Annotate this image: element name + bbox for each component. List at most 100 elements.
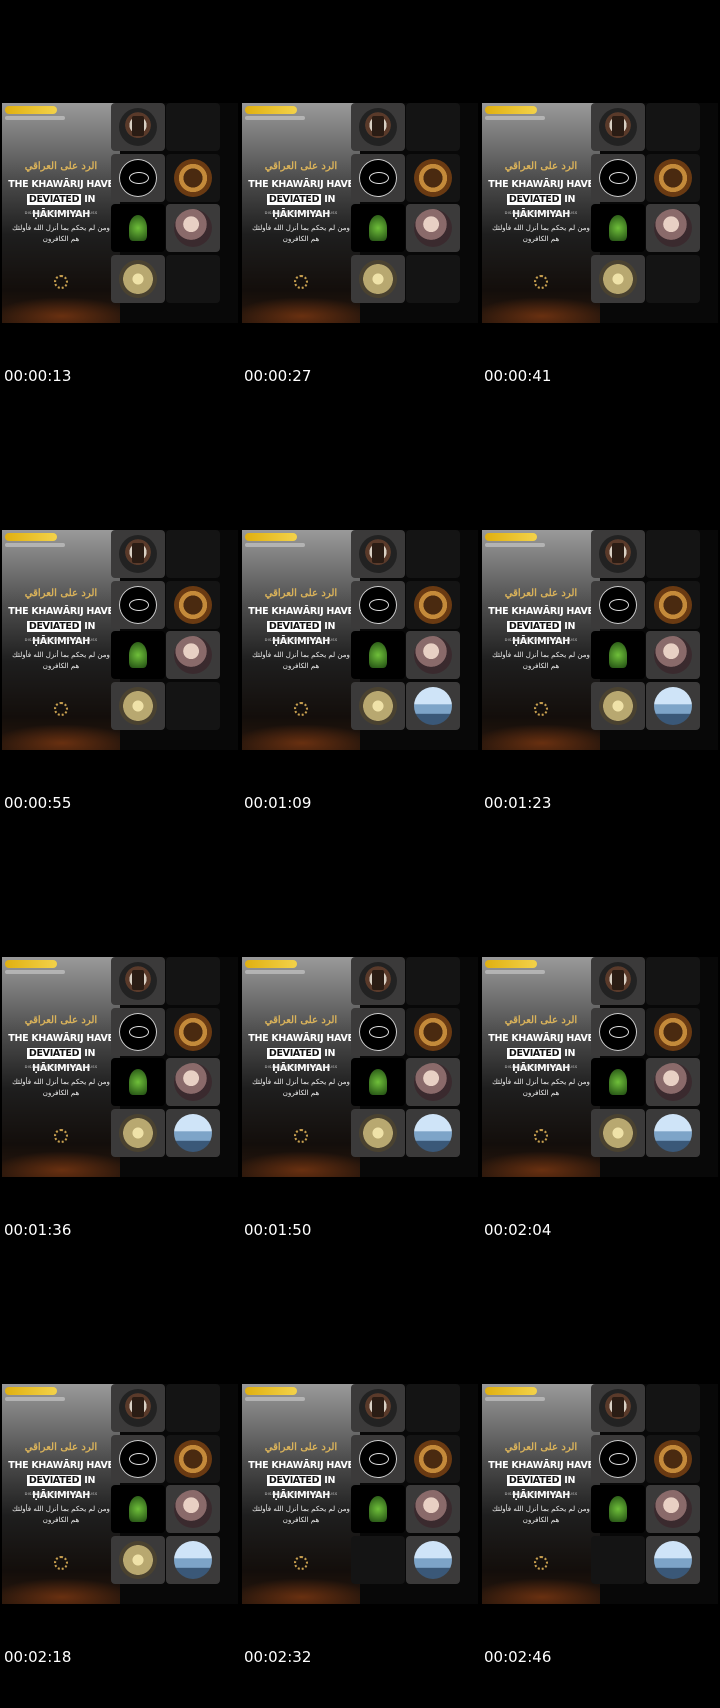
thumbnail-cell[interactable]: الرد على العراقي THE KHAWĀRIJ HAVE DEVIATE… <box>480 854 720 1281</box>
participant-avatar <box>414 1114 452 1152</box>
participant-avatar <box>414 1063 452 1101</box>
participant-tile <box>351 1109 405 1157</box>
participant-tile <box>406 1536 460 1584</box>
empty-tile <box>646 530 700 578</box>
channel-badge <box>485 533 537 541</box>
participant-avatar <box>119 1440 157 1478</box>
channel-handle <box>245 970 305 974</box>
headline-line2: DEVIATED IN ḤĀKIMIYAH <box>506 1475 576 1501</box>
channel-handle <box>5 1397 65 1401</box>
headline-line1: THE KHAWĀRIJ HAVE <box>248 606 354 617</box>
arabic-title: الرد على العراقي <box>264 1442 338 1453</box>
thumbnail-cell[interactable]: الرد على العراقي THE KHAWĀRIJ HAVE DEVIATE… <box>240 427 480 854</box>
participant-avatar <box>654 209 692 247</box>
subtitle: DISAGREE? COME UP AND DISCUSS <box>24 211 98 215</box>
participant-tile <box>591 1008 645 1056</box>
subtitle: DISAGREE? COME UP AND DISCUSS <box>504 211 578 215</box>
thumbnail-cell[interactable]: الرد على العراقي THE KHAWĀRIJ HAVE DEVIATE… <box>0 1281 240 1708</box>
fire-glow <box>482 297 600 323</box>
fire-glow <box>2 297 120 323</box>
channel-handle <box>245 543 305 547</box>
arabic-verse: ومن لم يحكم بما أنزل الله فأولئك هم الكا… <box>12 224 110 243</box>
participant-tile <box>111 1536 165 1584</box>
headline-line1: THE KHAWĀRIJ HAVE <box>248 179 354 190</box>
participant-avatar <box>609 215 627 241</box>
fire-glow <box>482 1578 600 1604</box>
participant-tile <box>351 581 405 629</box>
timestamp-label: 00:00:13 <box>4 367 72 385</box>
thumbnail-cell[interactable]: الرد على العراقي THE KHAWĀRIJ HAVE DEVIATE… <box>240 854 480 1281</box>
participant-avatar <box>414 1440 452 1478</box>
participant-avatar <box>599 108 637 146</box>
participant-avatar <box>174 636 212 674</box>
participant-tile <box>591 682 645 730</box>
thumbnail-cell[interactable]: الرد على العراقي THE KHAWĀRIJ HAVE DEVIATE… <box>0 427 240 854</box>
subtitle: DISAGREE? COME UP AND DISCUSS <box>264 638 338 642</box>
channel-handle <box>245 1397 305 1401</box>
video-frame: الرد على العراقي THE KHAWĀRIJ HAVE DEVIATE… <box>482 957 718 1177</box>
headline-line2: DEVIATED IN ḤĀKIMIYAH <box>506 194 576 220</box>
thumbnail-cell[interactable]: الرد على العراقي THE KHAWĀRIJ HAVE DEVIATE… <box>0 0 240 427</box>
participant-tile <box>111 631 165 679</box>
ornament-icon <box>294 1556 308 1570</box>
video-frame: الرد على العراقي THE KHAWĀRIJ HAVE DEVIATE… <box>242 530 478 750</box>
headline: THE KHAWĀRIJ HAVE DEVIATED IN ḤĀKIMIYAH <box>242 1031 360 1076</box>
video-frame: الرد على العراقي THE KHAWĀRIJ HAVE DEVIATE… <box>2 530 238 750</box>
thumbnail-cell[interactable]: الرد على العراقي THE KHAWĀRIJ HAVE DEVIATE… <box>480 0 720 427</box>
participant-avatar <box>599 535 637 573</box>
channel-badge <box>485 106 537 114</box>
channel-badge <box>5 1387 57 1395</box>
thumbnail-cell[interactable]: الرد على العراقي THE KHAWĀRIJ HAVE DEVIATE… <box>0 854 240 1281</box>
headline-line2: DEVIATED IN ḤĀKIMIYAH <box>506 621 576 647</box>
headline: THE KHAWĀRIJ HAVE DEVIATED IN ḤĀKIMIYAH <box>242 177 360 222</box>
main-video-panel: الرد على العراقي THE KHAWĀRIJ HAVE DEVIATE… <box>2 103 120 323</box>
participant-tile <box>406 154 460 202</box>
timestamp-label: 00:00:41 <box>484 367 552 385</box>
participant-tile <box>646 1109 700 1157</box>
empty-tile <box>406 255 460 303</box>
participant-tile <box>351 1384 405 1432</box>
participant-tile <box>111 1485 165 1533</box>
arabic-verse: ومن لم يحكم بما أنزل الله فأولئك هم الكا… <box>12 651 110 670</box>
participant-tile <box>166 1536 220 1584</box>
ornament-icon <box>294 275 308 289</box>
timestamp-label: 00:02:04 <box>484 1221 552 1239</box>
participant-avatar <box>599 687 637 725</box>
subtitle: DISAGREE? COME UP AND DISCUSS <box>504 638 578 642</box>
participant-avatar <box>174 1440 212 1478</box>
participant-tile <box>111 103 165 151</box>
participant-avatar <box>174 1490 212 1528</box>
headline-line2: DEVIATED IN ḤĀKIMIYAH <box>26 1475 96 1501</box>
fire-glow <box>2 1578 120 1604</box>
thumbnail-cell[interactable]: الرد على العراقي THE KHAWĀRIJ HAVE DEVIATE… <box>240 1281 480 1708</box>
video-frame: الرد على العراقي THE KHAWĀRIJ HAVE DEVIATE… <box>482 1384 718 1604</box>
thumbnail-cell[interactable]: الرد على العراقي THE KHAWĀRIJ HAVE DEVIATE… <box>480 427 720 854</box>
headline-line1: THE KHAWĀRIJ HAVE <box>488 1460 594 1471</box>
participant-avatar <box>654 1114 692 1152</box>
participant-tile <box>591 204 645 252</box>
participant-tile <box>646 1485 700 1533</box>
ornament-icon <box>534 1556 548 1570</box>
participant-avatar <box>174 159 212 197</box>
participant-avatar <box>414 159 452 197</box>
participant-tile <box>351 103 405 151</box>
channel-handle <box>245 116 305 120</box>
participant-avatar <box>414 586 452 624</box>
main-video-panel: الرد على العراقي THE KHAWĀRIJ HAVE DEVIATE… <box>482 957 600 1177</box>
subtitle: DISAGREE? COME UP AND DISCUSS <box>264 1065 338 1069</box>
channel-handle <box>485 116 545 120</box>
participant-avatar <box>174 209 212 247</box>
timestamp-label: 00:01:09 <box>244 794 312 812</box>
participant-avatar <box>359 1389 397 1427</box>
channel-badge <box>245 960 297 968</box>
participant-avatar <box>654 1541 692 1579</box>
arabic-title: الرد على العراقي <box>504 161 578 172</box>
participant-avatar <box>654 1490 692 1528</box>
subtitle: DISAGREE? COME UP AND DISCUSS <box>504 1065 578 1069</box>
participant-tile <box>591 530 645 578</box>
thumbnail-cell[interactable]: الرد على العراقي THE KHAWĀRIJ HAVE DEVIATE… <box>240 0 480 427</box>
thumbnail-cell[interactable]: الرد على العراقي THE KHAWĀRIJ HAVE DEVIATE… <box>480 1281 720 1708</box>
participant-tile <box>646 1058 700 1106</box>
empty-tile <box>646 103 700 151</box>
participant-avatar <box>654 586 692 624</box>
